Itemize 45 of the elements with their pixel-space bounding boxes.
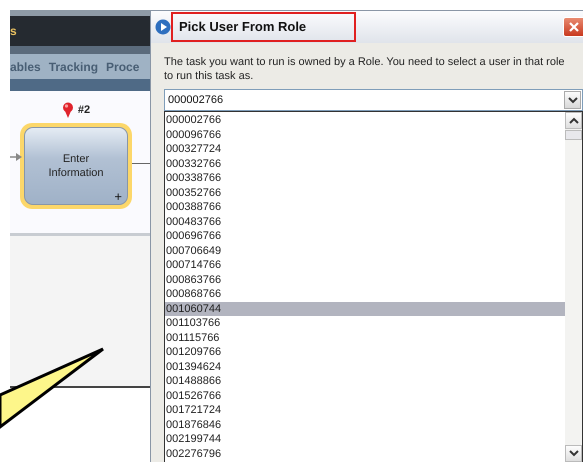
list-item[interactable]: 000696766 [165,229,565,244]
list-item[interactable]: 000388766 [165,200,565,214]
list-item[interactable]: 000706649 [165,244,565,258]
message-text: The task you want to run is owned by a Role. You need to select a user in that role to run this task as. [164,55,566,83]
list-item[interactable]: 001876846 [165,418,565,432]
user-combo-box[interactable]: 000002766 [164,89,583,111]
list-item[interactable]: 000483766 [165,214,565,229]
list-item[interactable]: 000863766 [165,272,565,287]
scroll-thumb[interactable] [565,130,582,140]
chevron-up-icon [568,117,578,124]
list-item[interactable]: 001394624 [165,360,565,374]
chevron-down-icon [568,96,578,104]
expand-icon[interactable]: + [114,190,122,203]
list-item[interactable]: 001526766 [165,388,565,403]
connector-arrow [10,153,22,161]
chevron-down-icon [568,450,578,457]
list-item[interactable]: 001060744 [165,302,565,316]
list-item[interactable]: 000332766 [165,156,565,171]
dropdown-button[interactable] [564,91,581,109]
list-item[interactable]: 000338766 [165,171,565,186]
node-label: Enter Information [47,152,105,180]
list-item[interactable]: 000327724 [165,142,565,156]
list-item[interactable]: 000868766 [165,287,565,302]
step-number: #2 [78,104,90,116]
close-button[interactable] [563,17,583,37]
list-item[interactable]: 002199744 [165,432,565,446]
close-icon [568,22,578,32]
list-item[interactable]: 000352766 [165,186,565,200]
list-item[interactable]: 001488866 [165,374,565,388]
task-node[interactable]: Enter Information + [20,123,132,209]
dialog-title: Pick User From Role [171,12,356,42]
app-icon [155,19,171,35]
scrollbar[interactable] [565,112,582,462]
list-item[interactable]: 002276796 [165,446,565,461]
pin-icon [62,102,74,118]
list-item[interactable]: 001721724 [165,403,565,418]
header-text: s [10,24,17,38]
scroll-down-button[interactable] [565,445,582,462]
list-item[interactable]: 000002766 [165,113,565,128]
list-item[interactable]: 000096766 [165,128,565,142]
list-item[interactable]: 001209766 [165,345,565,360]
list-item[interactable]: 001115766 [165,330,565,345]
list-item[interactable]: 000714766 [165,258,565,272]
list-item[interactable]: 001103766 [165,316,565,330]
scroll-up-button[interactable] [565,112,582,129]
